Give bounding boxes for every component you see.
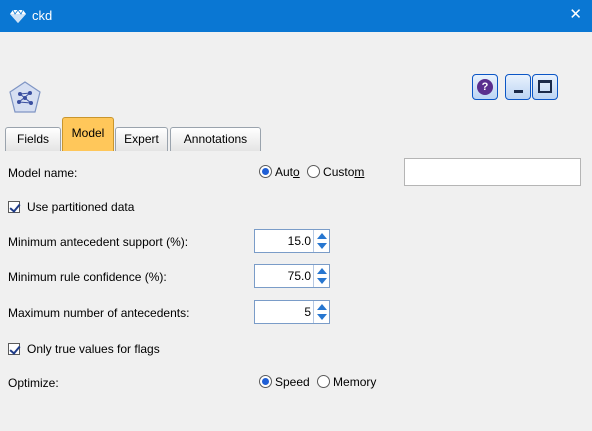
tab-annotations[interactable]: Annotations [170, 127, 261, 151]
custom-radio-label[interactable]: Custom [323, 165, 364, 179]
auto-radio-label[interactable]: Auto [275, 165, 300, 179]
max-antecedents-spinner[interactable]: 5 [254, 300, 330, 324]
spin-down-icon[interactable] [317, 278, 327, 284]
maximize-button[interactable] [532, 74, 558, 100]
auto-radio-circle[interactable] [259, 165, 272, 178]
optimize-radio-group: Speed Memory [259, 375, 376, 389]
memory-radio[interactable]: Memory [317, 375, 376, 389]
node-header: ? [0, 32, 592, 117]
spinner-buttons[interactable] [313, 265, 329, 287]
memory-radio-label[interactable]: Memory [333, 375, 376, 389]
min-antecedent-support-label: Minimum antecedent support (%): [8, 235, 189, 249]
min-antecedent-support-value[interactable]: 15.0 [288, 234, 311, 248]
tab-expert[interactable]: Expert [115, 127, 168, 151]
model-settings-panel: Model name: Auto Custom Use partitioned … [0, 151, 592, 431]
speed-radio-circle[interactable] [259, 375, 272, 388]
max-antecedents-value[interactable]: 5 [304, 305, 311, 319]
diamond-app-icon [10, 9, 26, 23]
max-antecedents-label: Maximum number of antecedents: [8, 306, 190, 320]
tab-model[interactable]: Model [62, 117, 114, 151]
use-partitioned-checkbox[interactable] [8, 201, 20, 213]
association-model-node-icon [9, 81, 41, 113]
close-icon[interactable]: ✕ [569, 6, 582, 24]
min-rule-confidence-value[interactable]: 75.0 [288, 269, 311, 283]
min-rule-confidence-label: Minimum rule confidence (%): [8, 270, 167, 284]
spinner-buttons[interactable] [313, 301, 329, 323]
help-button[interactable]: ? [472, 74, 498, 100]
maximize-icon [538, 80, 552, 93]
minimize-button[interactable] [505, 74, 531, 100]
auto-radio[interactable]: Auto [259, 165, 300, 179]
spin-up-icon[interactable] [317, 268, 327, 274]
window-buttons: ? [472, 74, 585, 100]
only-true-flags-checkbox[interactable] [8, 343, 20, 355]
use-partitioned-label[interactable]: Use partitioned data [27, 200, 134, 214]
tab-strip: Fields Model Expert Annotations [0, 117, 592, 151]
min-antecedent-support-spinner[interactable]: 15.0 [254, 229, 330, 253]
custom-model-name-input[interactable] [404, 158, 581, 186]
custom-radio-circle[interactable] [307, 165, 321, 178]
minimize-icon [514, 90, 523, 93]
speed-radio[interactable]: Speed [259, 375, 310, 389]
only-true-flags-label[interactable]: Only true values for flags [27, 342, 160, 356]
title-bar: ckd ✕ [0, 0, 592, 32]
memory-radio-circle[interactable] [317, 375, 331, 388]
spin-down-icon[interactable] [317, 243, 327, 249]
help-icon: ? [477, 79, 493, 95]
model-name-label: Model name: [8, 166, 78, 180]
spin-up-icon[interactable] [317, 304, 327, 310]
custom-radio[interactable]: Custom [307, 165, 364, 179]
min-rule-confidence-spinner[interactable]: 75.0 [254, 264, 330, 288]
spin-up-icon[interactable] [317, 233, 327, 239]
spinner-buttons[interactable] [313, 230, 329, 252]
model-name-radio-group: Auto Custom [259, 165, 364, 179]
speed-radio-label[interactable]: Speed [275, 375, 310, 389]
spin-down-icon[interactable] [317, 314, 327, 320]
optimize-label: Optimize: [8, 376, 59, 390]
tab-fields[interactable]: Fields [5, 127, 61, 151]
window-title: ckd [32, 8, 53, 23]
